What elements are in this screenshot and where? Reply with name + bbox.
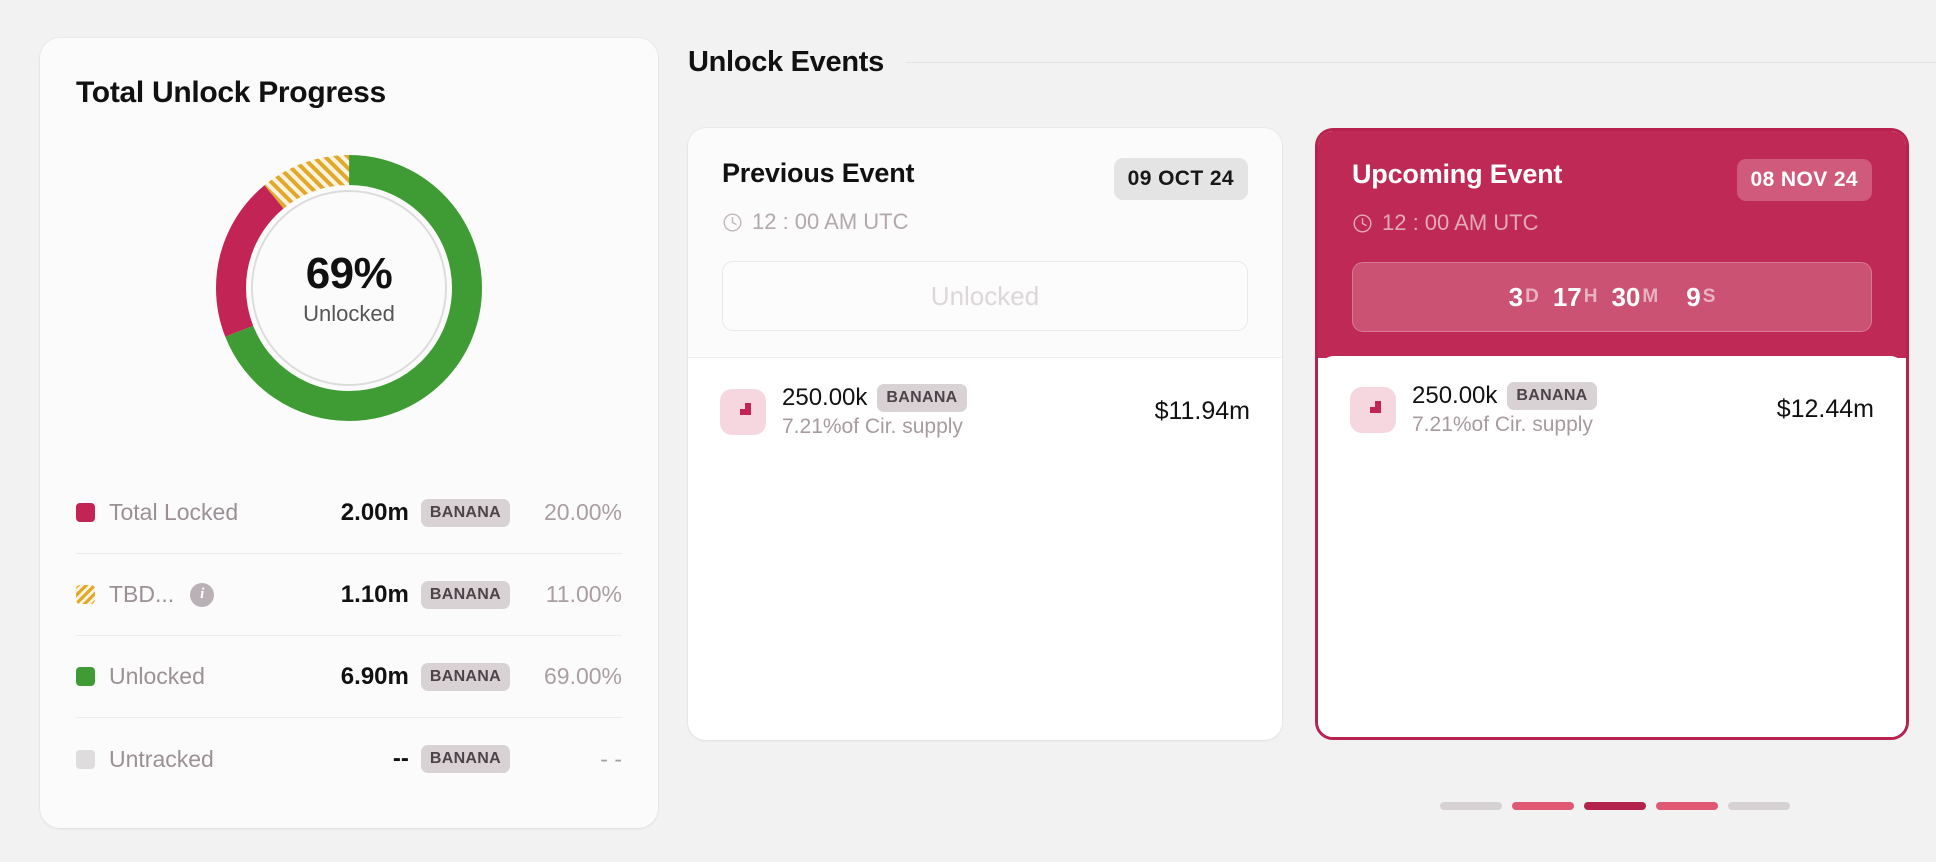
previous-event-title: Previous Event	[722, 158, 915, 188]
previous-event-header: Previous Event 09 OCT 24 12 : 00 AM UTC …	[688, 128, 1282, 357]
swatch-tbd-icon	[76, 585, 95, 604]
previous-event-body: 250.00k BANANA 7.21%of Cir. supply $11.9…	[688, 357, 1282, 740]
previous-event-time-label: 12 : 00 AM UTC	[752, 209, 909, 234]
legend-label: Total Locked	[109, 499, 239, 525]
unlock-dashboard: Total Unlock Progress 69% Unlocked Total…	[0, 0, 1936, 862]
page-title: Total Unlock Progress	[76, 76, 386, 109]
countdown-minutes: 30	[1611, 281, 1641, 312]
legend-label: Unlocked	[109, 663, 205, 689]
clock-icon	[723, 212, 742, 232]
unlock-legend: Total Locked 2.00m BANANA 20.00% TBD... …	[76, 472, 622, 800]
donut-percent: 69%	[305, 249, 393, 298]
token-chip: BANANA	[420, 580, 510, 609]
upcoming-event-title: Upcoming Event	[1352, 159, 1563, 189]
token-usd-value: $11.94m	[1154, 397, 1250, 425]
token-chip: BANANA	[420, 745, 510, 773]
swatch-total-locked-icon	[76, 503, 95, 522]
pagination-bar-2[interactable]	[1512, 802, 1574, 810]
countdown-hours: 17	[1552, 281, 1582, 312]
legend-amount: 2.00m	[340, 498, 409, 526]
legend-percent: 69.00%	[543, 663, 622, 689]
token-info: 250.00k BANANA 7.21%of Cir. supply	[782, 384, 967, 439]
banana-token-icon	[720, 388, 766, 435]
donut-center-label: 69% Unlocked	[251, 190, 447, 386]
countdown-hours-unit: H	[1583, 286, 1598, 307]
previous-event-date-badge: 09 OCT 24	[1113, 158, 1248, 200]
legend-label: TBD...	[109, 581, 175, 607]
unlock-events-header: Unlock Events	[688, 46, 1936, 79]
token-glyph-icon	[740, 402, 751, 415]
unlock-donut-chart: 69% Unlocked	[209, 148, 489, 428]
upcoming-event-time: 12 : 00 AM UTC	[1352, 210, 1872, 236]
countdown-days: 3	[1508, 281, 1524, 312]
info-icon[interactable]: i	[190, 582, 215, 607]
pagination-bar-4[interactable]	[1656, 802, 1718, 810]
upcoming-event-countdown: 3D 17 H 30 M 9S	[1352, 262, 1872, 332]
token-supply-note: 7.21%of Cir. supply	[782, 415, 963, 438]
previous-event-status: Unlocked	[722, 261, 1248, 331]
events-pagination[interactable]	[1440, 802, 1790, 810]
donut-sublabel: Unlocked	[303, 301, 395, 326]
legend-amount: 6.90m	[340, 662, 409, 690]
legend-percent: 11.00%	[545, 581, 622, 607]
legend-row-unlocked: Unlocked 6.90m BANANA 69.00%	[76, 636, 622, 718]
header-row: Upcoming Event 08 NOV 24	[1352, 159, 1872, 201]
pagination-bar-5[interactable]	[1728, 802, 1790, 810]
upcoming-event-date-badge: 08 NOV 24	[1736, 159, 1872, 201]
previous-event-time: 12 : 00 AM UTC	[722, 209, 1248, 235]
token-amount-line: 250.00k BANANA	[1412, 382, 1597, 410]
token-glyph-icon	[1370, 400, 1381, 413]
section-title: Unlock Events	[688, 46, 884, 78]
previous-event-card[interactable]: Previous Event 09 OCT 24 12 : 00 AM UTC …	[688, 128, 1282, 740]
upcoming-event-card[interactable]: Upcoming Event 08 NOV 24 12 : 00 AM UTC …	[1315, 128, 1909, 740]
countdown-minutes-unit: M	[1642, 286, 1659, 307]
banana-token-icon	[1350, 386, 1396, 433]
upcoming-event-body: 250.00k BANANA 7.21%of Cir. supply $12.4…	[1318, 356, 1906, 737]
legend-amount: --	[392, 745, 409, 772]
total-unlock-progress-card: Total Unlock Progress 69% Unlocked Total…	[40, 38, 658, 828]
token-chip: BANANA	[420, 498, 510, 527]
token-amount: 250.00k	[1412, 382, 1498, 409]
legend-row-total-locked: Total Locked 2.00m BANANA 20.00%	[76, 472, 622, 554]
token-symbol-chip: BANANA	[877, 384, 967, 412]
token-symbol-chip: BANANA	[1507, 382, 1597, 410]
divider	[905, 62, 1936, 63]
countdown-seconds-unit: S	[1702, 286, 1716, 307]
legend-row-untracked: Untracked -- BANANA - -	[76, 718, 622, 800]
token-amount-line: 250.00k BANANA	[782, 384, 967, 412]
pagination-bar-1[interactable]	[1440, 802, 1502, 810]
swatch-untracked-icon	[76, 749, 95, 769]
upcoming-event-time-label: 12 : 00 AM UTC	[1382, 210, 1539, 235]
upcoming-event-token-row: 250.00k BANANA 7.21%of Cir. supply $12.4…	[1350, 382, 1874, 437]
pagination-bar-3-active[interactable]	[1584, 802, 1646, 810]
token-chip: BANANA	[420, 662, 510, 691]
clock-icon	[1353, 213, 1372, 233]
upcoming-event-header: Upcoming Event 08 NOV 24 12 : 00 AM UTC …	[1318, 131, 1906, 358]
header-row: Previous Event 09 OCT 24	[722, 158, 1248, 200]
legend-percent: 20.00%	[543, 499, 622, 525]
legend-percent: - -	[600, 745, 622, 772]
countdown-seconds: 9	[1686, 281, 1701, 312]
token-info: 250.00k BANANA 7.21%of Cir. supply	[1412, 382, 1597, 437]
previous-event-token-row: 250.00k BANANA 7.21%of Cir. supply $11.9…	[720, 384, 1250, 439]
countdown-days-unit: D	[1525, 286, 1539, 307]
token-amount: 250.00k	[782, 384, 868, 411]
legend-amount: 1.10m	[340, 580, 409, 608]
token-usd-value: $12.44m	[1776, 395, 1874, 423]
token-supply-note: 7.21%of Cir. supply	[1412, 413, 1593, 436]
swatch-unlocked-icon	[76, 667, 95, 686]
legend-label: Untracked	[109, 745, 214, 772]
legend-row-tbd: TBD... i 1.10m BANANA 11.00%	[76, 554, 622, 636]
